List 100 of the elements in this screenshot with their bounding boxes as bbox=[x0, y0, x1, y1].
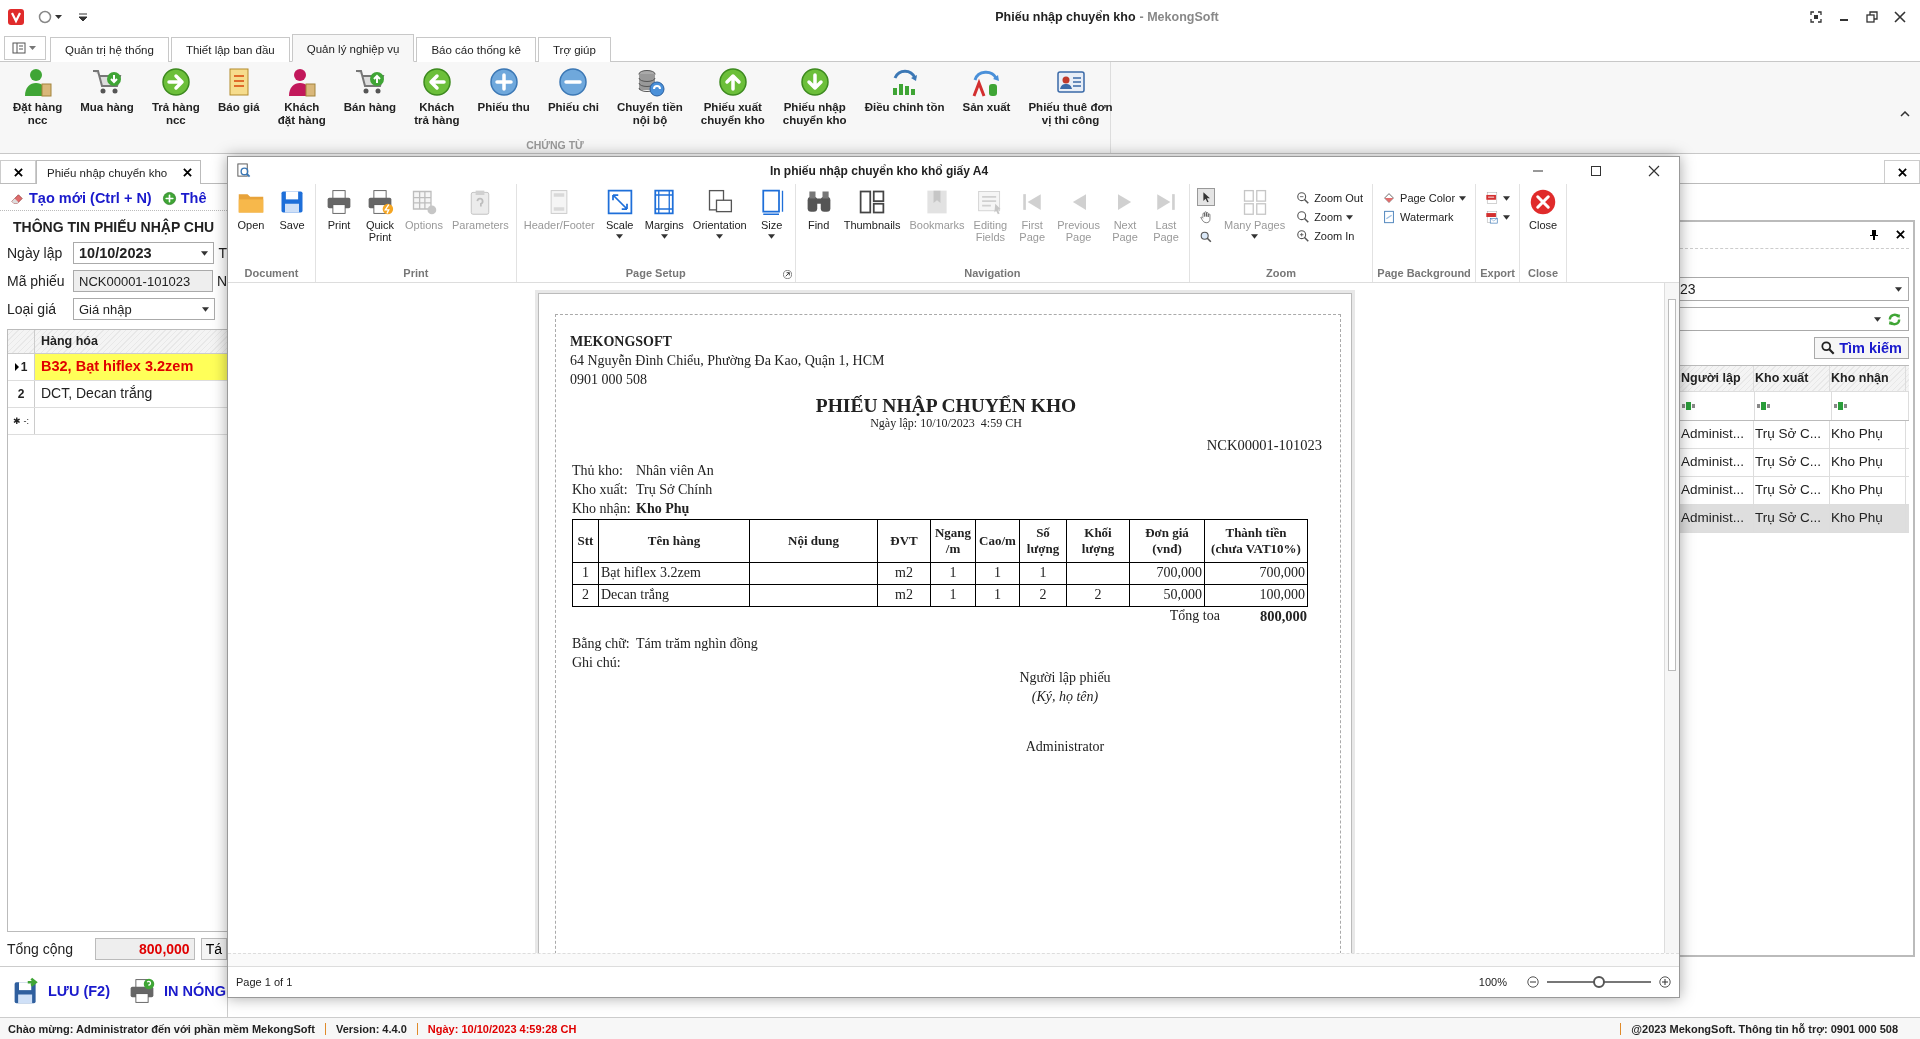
watermark-icon bbox=[1382, 210, 1397, 224]
ribbon-tab[interactable]: Trợ giúp bbox=[537, 37, 611, 62]
ribbon-button[interactable]: Phiếu thu bbox=[468, 66, 539, 139]
horizontal-scrollbar[interactable] bbox=[228, 953, 1679, 967]
close-icon[interactable] bbox=[183, 168, 193, 177]
filter-icon[interactable] bbox=[1834, 402, 1848, 410]
action-button[interactable]: LƯU (F2) bbox=[12, 977, 110, 1005]
close-icon[interactable] bbox=[1896, 230, 1905, 240]
ribbon-button[interactable]: Phiếu xuất chuyển kho bbox=[691, 66, 774, 139]
ribbon-tab[interactable]: Thiết lập ban đầu bbox=[170, 37, 290, 62]
zoom-in-icon bbox=[1296, 229, 1311, 243]
dropdown-field[interactable]: 23 bbox=[1680, 277, 1909, 301]
filter-icon[interactable] bbox=[1757, 402, 1771, 410]
slider-thumb[interactable] bbox=[1593, 976, 1605, 988]
dropdown-field[interactable] bbox=[1680, 307, 1909, 331]
toolbar-button[interactable]: Orientation bbox=[688, 188, 751, 265]
dropdown-arrow-icon bbox=[660, 234, 668, 240]
toolbar-button[interactable]: Margins bbox=[640, 188, 688, 265]
table-cell: 50,000 bbox=[1129, 584, 1205, 607]
total-value: 800,000 bbox=[1259, 607, 1307, 627]
input-field[interactable]: 10/10/2023 bbox=[73, 242, 215, 264]
toolbar-button[interactable] bbox=[1483, 190, 1513, 206]
toolbar-button[interactable]: Zoom Out bbox=[1294, 190, 1366, 206]
document-tab[interactable]: Phiếu nhập chuyển kho bbox=[36, 160, 202, 184]
ribbon-button[interactable]: Điều chỉnh tồn bbox=[855, 66, 954, 139]
ribbon-button[interactable]: Khách đặt hàng bbox=[268, 66, 335, 139]
toolbar-button[interactable] bbox=[1483, 209, 1513, 225]
column-header: ĐVT bbox=[877, 520, 931, 563]
table-cell[interactable]: B32, Bạt hiflex 3.2zem bbox=[35, 354, 227, 380]
toolbar-button[interactable]: Save bbox=[272, 188, 312, 265]
ribbon-button[interactable]: Mua hàng bbox=[71, 66, 143, 139]
toolbar-button[interactable]: Open bbox=[231, 188, 271, 265]
filter-icon[interactable] bbox=[1682, 402, 1696, 410]
cut-button[interactable]: Tá bbox=[200, 938, 227, 960]
ribbon-button[interactable]: Sản xuất bbox=[953, 66, 1020, 139]
toolbar-button[interactable]: Quick Print bbox=[360, 188, 400, 265]
fullscreen-icon[interactable] bbox=[1810, 11, 1822, 23]
toolbar-button[interactable]: Thumbnails bbox=[839, 188, 905, 265]
zoom-in-icon[interactable] bbox=[1659, 976, 1671, 988]
row-header[interactable]: 2 bbox=[8, 381, 35, 407]
toolbar-button[interactable]: Print bbox=[319, 188, 359, 265]
pin-icon[interactable] bbox=[1870, 230, 1878, 240]
refresh-icon[interactable] bbox=[1887, 311, 1902, 327]
action-button[interactable]: IN NÓNG bbox=[127, 977, 226, 1005]
toolbar-button[interactable]: Close bbox=[1523, 188, 1564, 265]
minus-icon bbox=[557, 66, 590, 98]
table-cell[interactable]: DCT, Decan trắng bbox=[35, 381, 227, 407]
toolbar-button[interactable]: Page Color bbox=[1380, 190, 1469, 206]
column-header: Ngang /m bbox=[930, 520, 976, 563]
dropdown-arrow-icon[interactable] bbox=[1895, 286, 1902, 292]
toolbar-button[interactable]: Tạo mới (Ctrl + N) bbox=[10, 190, 152, 206]
document-date: Ngày lập: 10/10/2023 4:59 CH bbox=[869, 417, 1023, 431]
field-label: T bbox=[218, 245, 227, 261]
dropdown-arrow-icon[interactable] bbox=[1874, 316, 1881, 322]
toolbar-button[interactable]: Thê bbox=[161, 190, 207, 206]
app-logo-icon[interactable] bbox=[8, 9, 24, 25]
ribbon-button[interactable]: Bán hàng bbox=[334, 66, 406, 139]
vertical-scrollbar[interactable] bbox=[1664, 283, 1679, 953]
ribbon-button[interactable]: Phiếu nhập chuyển kho bbox=[773, 66, 856, 139]
layout-menu-icon[interactable] bbox=[4, 36, 46, 60]
total-value: 800,000 bbox=[95, 938, 195, 960]
zoom-out-icon[interactable] bbox=[1527, 976, 1539, 988]
toolbar-button[interactable]: Watermark bbox=[1380, 209, 1469, 225]
dropdown-arrow-icon bbox=[768, 234, 776, 240]
toolbar-button[interactable]: Scale bbox=[599, 188, 640, 265]
search-button[interactable]: Tìm kiếm bbox=[1814, 337, 1909, 359]
group-label: Print bbox=[403, 267, 429, 279]
column-header: Tên hàng bbox=[598, 520, 750, 563]
ribbon-button[interactable]: Báo giá bbox=[208, 66, 269, 139]
circle-dropdown-icon[interactable] bbox=[38, 10, 64, 24]
restore-icon[interactable] bbox=[1866, 11, 1878, 23]
dialog-launcher-icon[interactable] bbox=[782, 270, 792, 279]
info-label: Kho xuất: bbox=[572, 480, 629, 499]
arrow-up-icon bbox=[716, 66, 749, 98]
collapse-ribbon-icon[interactable] bbox=[1900, 111, 1910, 117]
customize-toolbar-icon[interactable] bbox=[78, 12, 88, 22]
floppy-disk-icon bbox=[12, 977, 40, 1005]
ribbon-button[interactable]: Đặt hàng ncc bbox=[4, 66, 72, 139]
ribbon-tab[interactable]: Quản lý nghiệp vụ bbox=[291, 34, 415, 62]
ribbon-button[interactable]: Chuyển tiền nội bộ bbox=[608, 66, 692, 139]
dropdown-arrow-icon[interactable] bbox=[201, 250, 209, 256]
ribbon-button[interactable]: Trả hàng ncc bbox=[142, 66, 209, 139]
ribbon-button[interactable]: Phiếu chi bbox=[538, 66, 608, 139]
toolbar-button[interactable]: Zoom bbox=[1294, 209, 1366, 225]
dropdown-arrow-icon[interactable] bbox=[202, 306, 209, 312]
column-header[interactable]: Kho nhận bbox=[1830, 366, 1906, 391]
ribbon-tab[interactable]: Báo cáo thống kê bbox=[416, 37, 536, 62]
group-label: Navigation bbox=[964, 267, 1021, 279]
input-field[interactable]: NCK00001-101023 bbox=[73, 270, 213, 292]
thumbnails-icon bbox=[858, 188, 887, 216]
ribbon-button[interactable]: Phiếu thuê đơn vị thi công bbox=[1019, 66, 1122, 139]
toolbar-button[interactable]: Zoom In bbox=[1294, 228, 1366, 244]
close-icon[interactable] bbox=[1894, 11, 1906, 23]
toolbar-button[interactable]: Size bbox=[751, 188, 792, 265]
ribbon-tab[interactable]: Quản trị hệ thống bbox=[50, 37, 169, 62]
input-field[interactable]: Giá nhập bbox=[73, 298, 215, 320]
toolbar-button[interactable]: Find bbox=[798, 188, 839, 265]
ribbon-button[interactable]: Khách trả hàng bbox=[405, 66, 469, 139]
pointer-icon[interactable] bbox=[1197, 188, 1215, 206]
column-header[interactable]: Kho xuất bbox=[1754, 366, 1830, 391]
